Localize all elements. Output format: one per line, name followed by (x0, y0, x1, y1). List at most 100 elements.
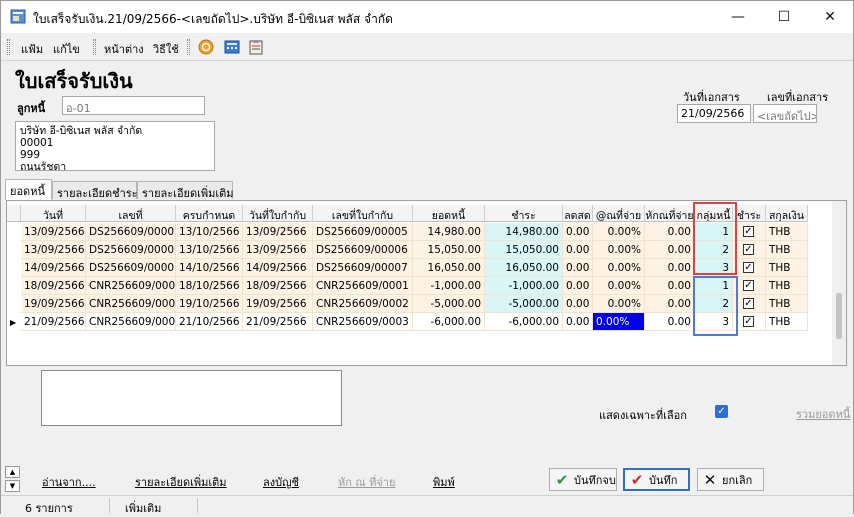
withhold-link[interactable]: หัก ณ ที่จ่าย (338, 473, 395, 491)
cell-due-date[interactable]: 13/10/2566 (176, 223, 243, 241)
cell-wht-rate[interactable]: 0.00% (593, 313, 645, 331)
paid-checkbox[interactable]: ✓ (743, 226, 754, 237)
calculator-icon[interactable] (224, 39, 240, 55)
address-box[interactable]: บริษัท อี-บิซิเนส พลัส จำกัด 00001 999 ถ… (15, 121, 215, 171)
minimize-button[interactable]: — (715, 1, 761, 33)
close-button[interactable]: ✕ (807, 1, 853, 33)
column-header[interactable]: หักณที่จ่าย (645, 205, 695, 222)
cell-pay-amount[interactable]: 14,980.00 (485, 223, 563, 241)
cell-invoice-no[interactable]: DS256609/00007 (313, 259, 413, 277)
cell-debt-amount[interactable]: 16,050.00 (413, 259, 485, 277)
column-header[interactable]: @ณที่จ่าย (593, 205, 645, 222)
cell-invoice-no[interactable]: DS256609/00006 (313, 241, 413, 259)
column-header[interactable]: สกุลเงิน (766, 205, 808, 222)
cell-pay-amount[interactable]: 16,050.00 (485, 259, 563, 277)
cell-discount[interactable]: 0.00 (563, 313, 593, 331)
maximize-button[interactable]: ☐ (761, 1, 807, 33)
cell-discount[interactable]: 0.00 (563, 223, 593, 241)
print-link[interactable]: พิมพ์ (433, 473, 455, 491)
column-header[interactable]: เลขที่ (86, 205, 176, 222)
cell-invoice-date[interactable]: 18/09/2566 (243, 277, 313, 295)
cell-invoice-no[interactable]: DS256609/00005 (313, 223, 413, 241)
refresh-icon[interactable] (198, 39, 214, 55)
cell-date[interactable]: 13/09/2566 (21, 241, 86, 259)
save-button[interactable]: ✔ บันทึก (623, 468, 690, 491)
cell-date[interactable]: 19/09/2566 (21, 295, 86, 313)
column-header[interactable]: ครบกำหนด (176, 205, 243, 222)
cell-currency[interactable]: THB (766, 295, 808, 313)
cell-paid-check[interactable]: ✓ (733, 259, 766, 277)
cell-currency[interactable]: THB (766, 241, 808, 259)
cell-wht-amount[interactable]: 0.00 (645, 241, 695, 259)
column-header[interactable]: วันที่ (21, 205, 86, 222)
show-selected-checkbox[interactable]: ✓ (715, 405, 728, 418)
cell-date[interactable]: 13/09/2566 (21, 223, 86, 241)
cell-wht-amount[interactable]: 0.00 (645, 295, 695, 313)
cell-invoice-date[interactable]: 13/09/2566 (243, 241, 313, 259)
cell-wht-rate[interactable]: 0.00% (593, 241, 645, 259)
cell-debt-amount[interactable]: 14,980.00 (413, 223, 485, 241)
cell-due-date[interactable]: 19/10/2566 (176, 295, 243, 313)
cell-invoice-no[interactable]: CNR256609/0003 (313, 313, 413, 331)
cell-due-date[interactable]: 18/10/2566 (176, 277, 243, 295)
total-debt-link[interactable]: รวมยอดหนี้ (796, 405, 850, 423)
cell-debt-amount[interactable]: 15,050.00 (413, 241, 485, 259)
cell-currency[interactable]: THB (766, 313, 808, 331)
menu-window[interactable]: หน้าต่าง (104, 40, 144, 58)
column-header[interactable]: ชำระ (485, 205, 563, 222)
menu-help[interactable]: วิธีใช้ (153, 40, 179, 58)
menu-edit[interactable]: แก้ไข (53, 40, 80, 58)
cell-invoice-date[interactable]: 14/09/2566 (243, 259, 313, 277)
cell-invoice-date[interactable]: 13/09/2566 (243, 223, 313, 241)
column-header[interactable]: ยอดหนี้ (413, 205, 485, 222)
cell-doc-no[interactable]: CNR256609/0002 (86, 295, 176, 313)
cell-doc-no[interactable]: CNR256609/0001 (86, 277, 176, 295)
cell-discount[interactable]: 0.00 (563, 295, 593, 313)
paid-checkbox[interactable]: ✓ (743, 244, 754, 255)
cell-pay-amount[interactable]: -1,000.00 (485, 277, 563, 295)
cell-due-date[interactable]: 14/10/2566 (176, 259, 243, 277)
clipboard-icon[interactable] (248, 39, 264, 55)
cell-invoice-no[interactable]: CNR256609/0002 (313, 295, 413, 313)
debtor-field[interactable]: อ-01 (62, 96, 205, 115)
cell-discount[interactable]: 0.00 (563, 277, 593, 295)
cell-wht-amount[interactable]: 0.00 (645, 223, 695, 241)
cell-wht-rate[interactable]: 0.00% (593, 295, 645, 313)
cell-paid-check[interactable]: ✓ (733, 241, 766, 259)
cell-debt-amount[interactable]: -6,000.00 (413, 313, 485, 331)
cell-currency[interactable]: THB (766, 259, 808, 277)
cell-date[interactable]: 14/09/2566 (21, 259, 86, 277)
cell-currency[interactable]: THB (766, 223, 808, 241)
cell-doc-no[interactable]: DS256609/00006 (86, 241, 176, 259)
cell-debt-amount[interactable]: -5,000.00 (413, 295, 485, 313)
cell-doc-no[interactable]: DS256609/00007 (86, 259, 176, 277)
grid-scrollbar[interactable] (832, 201, 846, 365)
cell-currency[interactable]: THB (766, 277, 808, 295)
cell-date[interactable]: 18/09/2566 (21, 277, 86, 295)
cell-date[interactable]: 21/09/2566 (21, 313, 86, 331)
column-header[interactable]: ลดสด (563, 205, 593, 222)
cell-wht-amount[interactable]: 0.00 (645, 259, 695, 277)
cell-pay-amount[interactable]: -5,000.00 (485, 295, 563, 313)
cell-pay-amount[interactable]: 15,050.00 (485, 241, 563, 259)
cell-doc-no[interactable]: DS256609/00005 (86, 223, 176, 241)
doc-no-field[interactable]: <เลขถัดไป> (753, 104, 817, 123)
tab-more-details[interactable]: รายละเอียดเพิ่มเติม (137, 181, 234, 200)
cell-wht-rate[interactable]: 0.00% (593, 277, 645, 295)
cell-due-date[interactable]: 13/10/2566 (176, 241, 243, 259)
cell-discount[interactable]: 0.00 (563, 241, 593, 259)
paid-checkbox[interactable]: ✓ (743, 262, 754, 273)
cell-pay-amount[interactable]: -6,000.00 (485, 313, 563, 331)
column-header[interactable]: เลขที่ใบกำกับ (313, 205, 413, 222)
doc-date-field[interactable]: 21/09/2566 (677, 104, 751, 123)
tab-payment-details[interactable]: รายละเอียดชำระ (52, 181, 138, 200)
cell-due-date[interactable]: 21/10/2566 (176, 313, 243, 331)
cell-debt-amount[interactable]: -1,000.00 (413, 277, 485, 295)
column-header[interactable]: วันที่ใบกำกับ (243, 205, 313, 222)
cell-discount[interactable]: 0.00 (563, 259, 593, 277)
paid-checkbox[interactable]: ✓ (743, 280, 754, 291)
cell-wht-amount[interactable]: 0.00 (645, 313, 695, 331)
cell-invoice-date[interactable]: 19/09/2566 (243, 295, 313, 313)
scrollbar-thumb[interactable] (836, 293, 842, 339)
more-details-link[interactable]: รายละเอียดเพิ่มเติม (135, 473, 227, 491)
